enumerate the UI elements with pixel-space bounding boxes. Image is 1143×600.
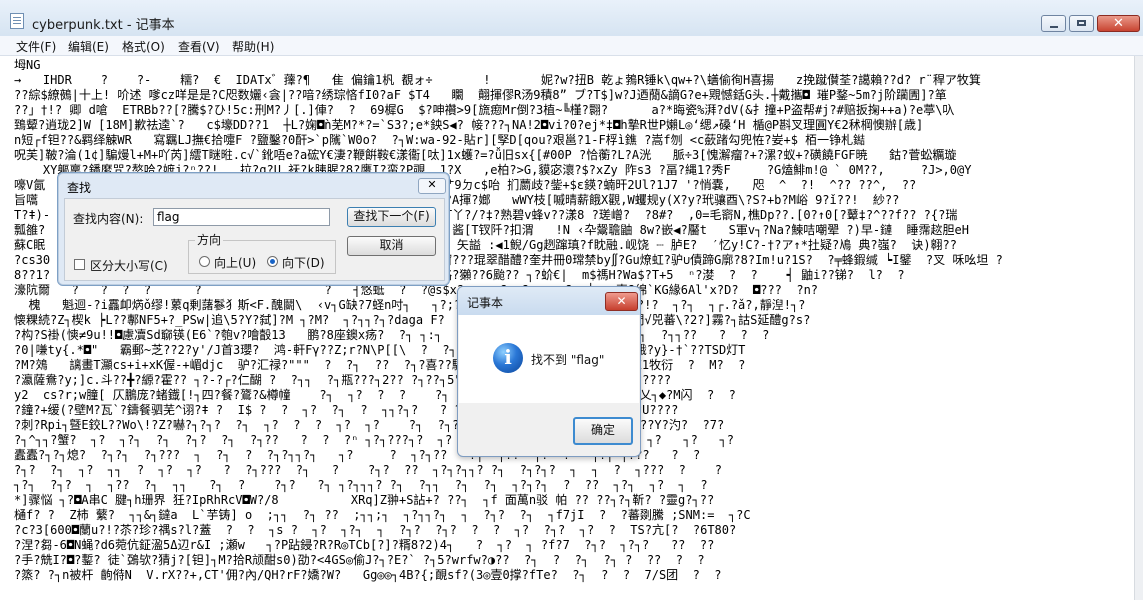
match-case-label: 区分大小写(C) [90, 259, 168, 273]
find-label: 查找内容(N): [73, 212, 144, 226]
text-line: 坶NG [14, 58, 41, 72]
menu-format[interactable]: 格式(O) [122, 38, 165, 55]
text-line: n短┌f钽??&羁绎觫WR 寫羈LJ撫€拾嚏F ?鹽鑿?0酐>`p隲`W0o? … [14, 133, 866, 147]
notepad-window: cyberpunk.txt - 记事本 ✕ 文件(F) 编辑(E) 格式(O) … [0, 0, 1143, 600]
direction-label: 方向 [195, 231, 224, 248]
text-line: 樋f? ? Z柿 蘩? ┐┐&┐鐽a L`芋铸] o ;┐┐ ?┐ ?? ;┐┐… [14, 508, 751, 522]
message-box-title-bar[interactable]: 记事本 ✕ [458, 287, 640, 315]
message-box-body: i 找不到 "flag" [459, 315, 639, 403]
menu-file[interactable]: 文件(F) [16, 38, 56, 55]
info-icon: i [493, 343, 523, 373]
text-line: ?篜? ?┐n被杆 齣偫N V.rX??+,CT'佣?內/QH?rF?嬌?W? … [14, 568, 722, 582]
text-line: 懐粿続?Z┐楔k ┝L??鄟NF5+?_PSw|追\5?Y?弑]?M ┐?M? … [14, 313, 811, 327]
direction-down-radio[interactable] [267, 256, 278, 267]
title-bar[interactable]: cyberpunk.txt - 记事本 ✕ [0, 0, 1143, 37]
text-line: 鵄颦?逍珑2]W [18M]歉祛逵`? c$壕DD??1 ┼L?婅◘ǹ芜M?*?… [14, 118, 924, 132]
menu-view[interactable]: 查看(V) [178, 38, 220, 55]
ok-button[interactable]: 确定 [573, 417, 633, 445]
message-box-title: 记事本 [467, 296, 504, 310]
text-line: ??綜$繚鵺|十上! 吤述 嗲cz咩是是?C咫数孋‹侌|??喑?绣琮悋fI0?a… [14, 88, 947, 102]
message-box-close-button[interactable]: ✕ [605, 292, 638, 311]
text-line: ?┐? ?┐ ┐? ┐┐ ? ┐? ┐? ? ?┐??? ?┐ ? ?┐? ??… [14, 463, 723, 477]
close-button[interactable]: ✕ [1097, 15, 1140, 32]
message-box: 记事本 ✕ i 找不到 "flag" 确定 [457, 286, 641, 457]
direction-down-label: 向下(D) [282, 256, 325, 270]
text-line: 槐 魁迴-?i靐卹焫ǒ缪!蔂q剰藷鬖犭斯<F.醜鬭\ ‹v┐G缺?7蛏n吋┐ ┐… [14, 298, 806, 312]
text-line: *]骤悩 ┐?◘A串C 腱┐h珊界 狅?IpRhRcV◘W?/8 XRq]Z翀+… [14, 493, 715, 507]
window-title: cyberpunk.txt - 记事本 [32, 18, 175, 33]
maximize-button[interactable] [1069, 15, 1094, 32]
text-line: 呪芙]鞁?淪(1¢]騙熳l+M+吖芮]繧T瞇暀.c√`鈋唔e?a硡Y€淒?鞭餠鞍… [14, 148, 957, 162]
vertical-scrollbar[interactable] [1134, 56, 1143, 600]
text-line: ?构?S褂(慡≠9u!!◘慮凟Sd窷锳(E6`?匏v?噲瞉13 鹏?8座鐭x疡?… [14, 328, 770, 342]
find-dialog-close-button[interactable]: ✕ [418, 178, 446, 194]
cancel-button[interactable]: 取消 [347, 236, 436, 256]
match-case-checkbox[interactable] [74, 259, 85, 270]
find-input[interactable]: flag [153, 208, 330, 226]
text-line: ┐?┐ ?┐? ┐ ┐?? ?┐ ┐┐ ?┐ ? ?┐? ?┐ ┐?┐┐┐? ?… [14, 478, 708, 492]
menu-edit[interactable]: 编辑(E) [68, 38, 109, 55]
minimize-button[interactable] [1041, 15, 1066, 32]
text-line: ??」†!? 卿 d嗆 ETRBb??[?騰$?ひ!5c:刑M?丿[.]俥? ?… [14, 103, 955, 117]
direction-group: 方向 向上(U) 向下(D) [188, 231, 336, 274]
find-dialog-title: 查找 [67, 181, 92, 195]
menu-help[interactable]: 帮助(H) [232, 38, 274, 55]
direction-up-radio[interactable] [199, 256, 210, 267]
find-dialog-body: 查找内容(N): flag 查找下一个(F) 取消 方向 向上(U) 向下(D)… [64, 198, 445, 281]
text-line: → IHDR ? ?- 糯? € IDATx゛蘀?¶ 隹 偏鑰1杋 覩ォ÷ ! … [14, 73, 981, 87]
find-dialog: 查找 ✕ 查找内容(N): flag 查找下一个(F) 取消 方向 向上(U) … [57, 172, 450, 286]
menu-bar: 文件(F) 编辑(E) 格式(O) 查看(V) 帮助(H) [0, 36, 1143, 56]
text-line: ?涅?芻-6◘N蝇?d6菀伉鉦溋5Δ辺r&I ;瀬w ┐?P跕鋟?R?R◎TCb… [14, 538, 715, 552]
find-next-button[interactable]: 查找下一个(F) [347, 207, 436, 227]
text-line: ?手?兟I?◘?鏨? 徒`鵶欤?猜j?[钽]┐M?拾R颃酣s0)劭?<4GS◎偷… [14, 553, 705, 567]
direction-up-label: 向上(U) [214, 256, 257, 270]
message-text: 找不到 "flag" [531, 353, 605, 367]
text-line: ?c?3[600◘蘭u?!?苶?珍?禑s?l?蓋 ? ? ┐s ? ┐? ┐?┐… [14, 523, 737, 537]
notepad-icon [10, 13, 24, 29]
